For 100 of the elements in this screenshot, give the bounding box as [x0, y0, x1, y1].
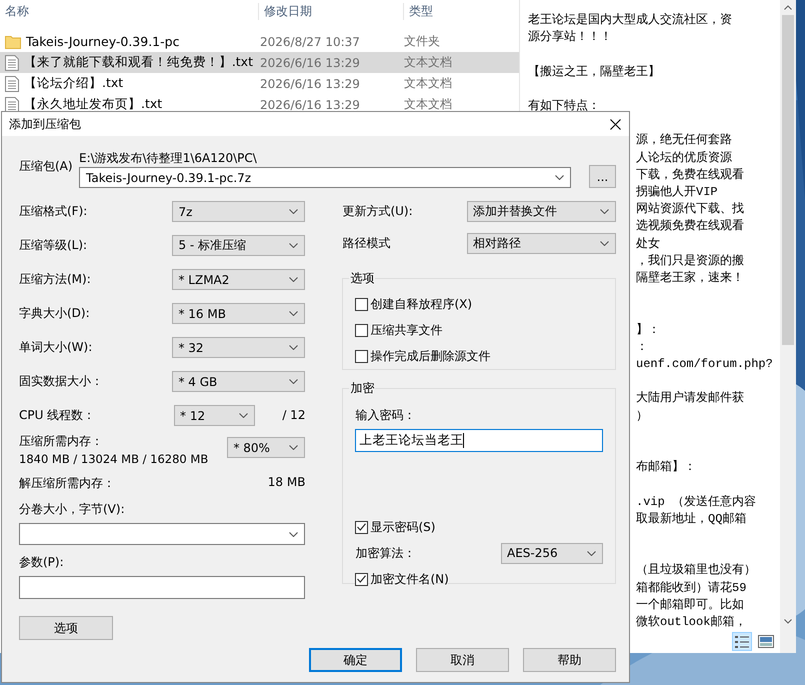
scroll-up-icon[interactable]: [784, 5, 792, 10]
dropdown[interactable]: * 32: [172, 337, 306, 358]
dialog-button[interactable]: 取消: [416, 648, 509, 672]
group-title: 选项: [349, 270, 376, 287]
modified-date: 2026/6/16 13:29: [259, 56, 361, 70]
field-label: 路径模式: [342, 235, 390, 252]
dropdown[interactable]: * LZMA2: [172, 269, 306, 290]
group-title: 加密: [349, 380, 376, 397]
modified-date: 2026/8/27 10:37: [259, 34, 361, 48]
text-file-icon: [5, 76, 19, 92]
dialog-button[interactable]: 帮助: [523, 648, 616, 672]
password-field[interactable]: 上老王论坛当老王: [355, 429, 603, 452]
view-button[interactable]: [732, 632, 752, 651]
preview-text: ：: [636, 338, 648, 356]
preview-text: 处女: [636, 236, 660, 253]
scrollbar[interactable]: [780, 0, 796, 653]
preview-text: 人论坛的优质资源: [636, 150, 732, 167]
file-row[interactable]: 【来了就能下载和观看！纯免费！】.txt 2026/6/16 13:29 文本文档: [0, 52, 519, 73]
checkbox[interactable]: [355, 520, 368, 534]
field-label: 输入密码：: [355, 407, 416, 424]
field-label: 压缩方法(M):: [19, 271, 91, 288]
chevron-down-icon: [289, 311, 298, 316]
preview-text: .vip （发送任意内容: [636, 494, 756, 511]
options-button[interactable]: 选项: [19, 616, 113, 640]
field-label: 压缩包(A): [19, 158, 74, 175]
window-title: 添加到压缩包: [9, 116, 81, 132]
preview-text: 下载，免费在线观看: [636, 166, 744, 184]
field-label: 更新方式(U):: [342, 203, 413, 220]
file-name: 【来了就能下载和观看！纯免费！】.txt: [24, 54, 253, 71]
field-label: 分卷大小，字节(V):: [19, 501, 125, 518]
dropdown[interactable]: 添加并替换文件: [467, 201, 616, 222]
checkbox-label[interactable]: 创建自释放程序(X): [370, 296, 472, 312]
preview-text: 拐骗他人开VIP: [636, 184, 718, 201]
archive-name-combo[interactable]: Takeis-Journey-0.39.1-pc.7z: [79, 167, 571, 188]
memory-usage: 1840 MB / 13024 MB / 16280 MB: [19, 452, 208, 466]
browse-button[interactable]: ...: [589, 165, 616, 188]
checkbox-label[interactable]: 显示密码(S): [370, 518, 436, 536]
volume-size-combo[interactable]: [19, 523, 306, 545]
file-type: 文本文档: [404, 75, 452, 92]
checkbox-label[interactable]: 压缩共享文件: [370, 322, 442, 338]
dropdown[interactable]: * 16 MB: [172, 303, 306, 324]
checkbox[interactable]: [355, 350, 368, 362]
preview-text: uenf.com/forum.php?: [636, 356, 773, 373]
dialog-button[interactable]: 确定: [309, 648, 402, 672]
checkbox[interactable]: [355, 324, 368, 336]
checkbox[interactable]: [355, 572, 368, 586]
file-type: 文本文档: [404, 54, 452, 71]
dropdown[interactable]: * 12: [174, 405, 255, 426]
preview-text: 隔壁老王家，速来！: [636, 270, 744, 287]
column-header[interactable]: 修改日期: [258, 2, 403, 20]
field-label: CPU 线程数：: [19, 407, 96, 424]
modified-date: 2026/6/16 13:29: [259, 98, 361, 112]
checkbox-label[interactable]: 操作完成后删除源文件: [370, 348, 490, 364]
field-label: 加密算法：: [355, 544, 416, 562]
field-label: 单词大小(W):: [19, 339, 92, 356]
preview-text: 大陆用户请发邮件获: [636, 390, 744, 408]
preview-text: 网站资源代下载、找: [636, 201, 744, 218]
archive-path: E:\游戏发布\待整理1\6A120\PC\: [79, 151, 257, 166]
chevron-down-icon: [600, 241, 609, 246]
dropdown[interactable]: * 4 GB: [172, 371, 306, 392]
details-view-icon: [734, 634, 750, 648]
preview-text: 【搬运之王，隔壁老王】: [528, 64, 660, 81]
dropdown[interactable]: 相对路径: [467, 233, 616, 254]
dropdown[interactable]: * 80%: [227, 437, 306, 458]
parameters-field[interactable]: [19, 576, 306, 599]
preview-text: 取最新地址，QQ邮箱: [636, 510, 746, 528]
preview-text: 微软outlook邮箱，: [636, 614, 746, 630]
checkbox[interactable]: [355, 298, 368, 310]
scrollbar-thumb[interactable]: [782, 15, 794, 345]
preview-text: 有如下特点：: [528, 98, 600, 115]
preview-text: 老王论坛是国内大型成人交流社区，资: [528, 12, 732, 29]
close-icon[interactable]: [610, 118, 621, 130]
chevron-down-icon: [289, 379, 298, 384]
preview-text: 箱都能收到）请花59: [636, 580, 746, 597]
dropdown[interactable]: AES-256: [501, 542, 603, 564]
file-row[interactable]: 【论坛介绍】.txt 2026/6/16 13:29 文本文档: [0, 73, 519, 94]
chevron-down-icon: [289, 532, 298, 536]
thread-total: / 12: [282, 407, 306, 424]
column-header[interactable]: 名称: [0, 2, 258, 20]
chevron-down-icon: [289, 209, 298, 214]
view-button[interactable]: [756, 632, 776, 651]
preview-text: （且垃圾箱里也没有）: [636, 562, 756, 580]
preview-text: 一个邮箱即可。比如: [636, 596, 744, 614]
preview-pane-icon: [758, 635, 774, 648]
file-row[interactable]: Takeis-Journey-0.39.1-pc 2026/8/27 10:37 文件夹: [0, 31, 519, 52]
preview-text: ）: [636, 408, 648, 425]
chevron-down-icon: [289, 445, 298, 450]
checkbox-label[interactable]: 加密文件名(N): [370, 570, 449, 588]
field-label: 压缩等级(L):: [19, 237, 88, 254]
chevron-down-icon: [289, 243, 298, 248]
chevron-down-icon: [587, 550, 596, 556]
column-header[interactable]: 类型: [403, 2, 519, 20]
scroll-down-icon[interactable]: [784, 619, 792, 624]
field-label: 压缩所需内存：: [19, 433, 103, 450]
preview-text: 布邮箱】：: [636, 459, 696, 476]
folder-icon: [5, 34, 21, 48]
file-name: Takeis-Journey-0.39.1-pc: [26, 34, 180, 49]
field-label: 解压缩所需内存：: [19, 475, 115, 492]
dropdown[interactable]: 5 - 标准压缩: [172, 235, 306, 256]
dropdown[interactable]: 7z: [172, 201, 306, 222]
